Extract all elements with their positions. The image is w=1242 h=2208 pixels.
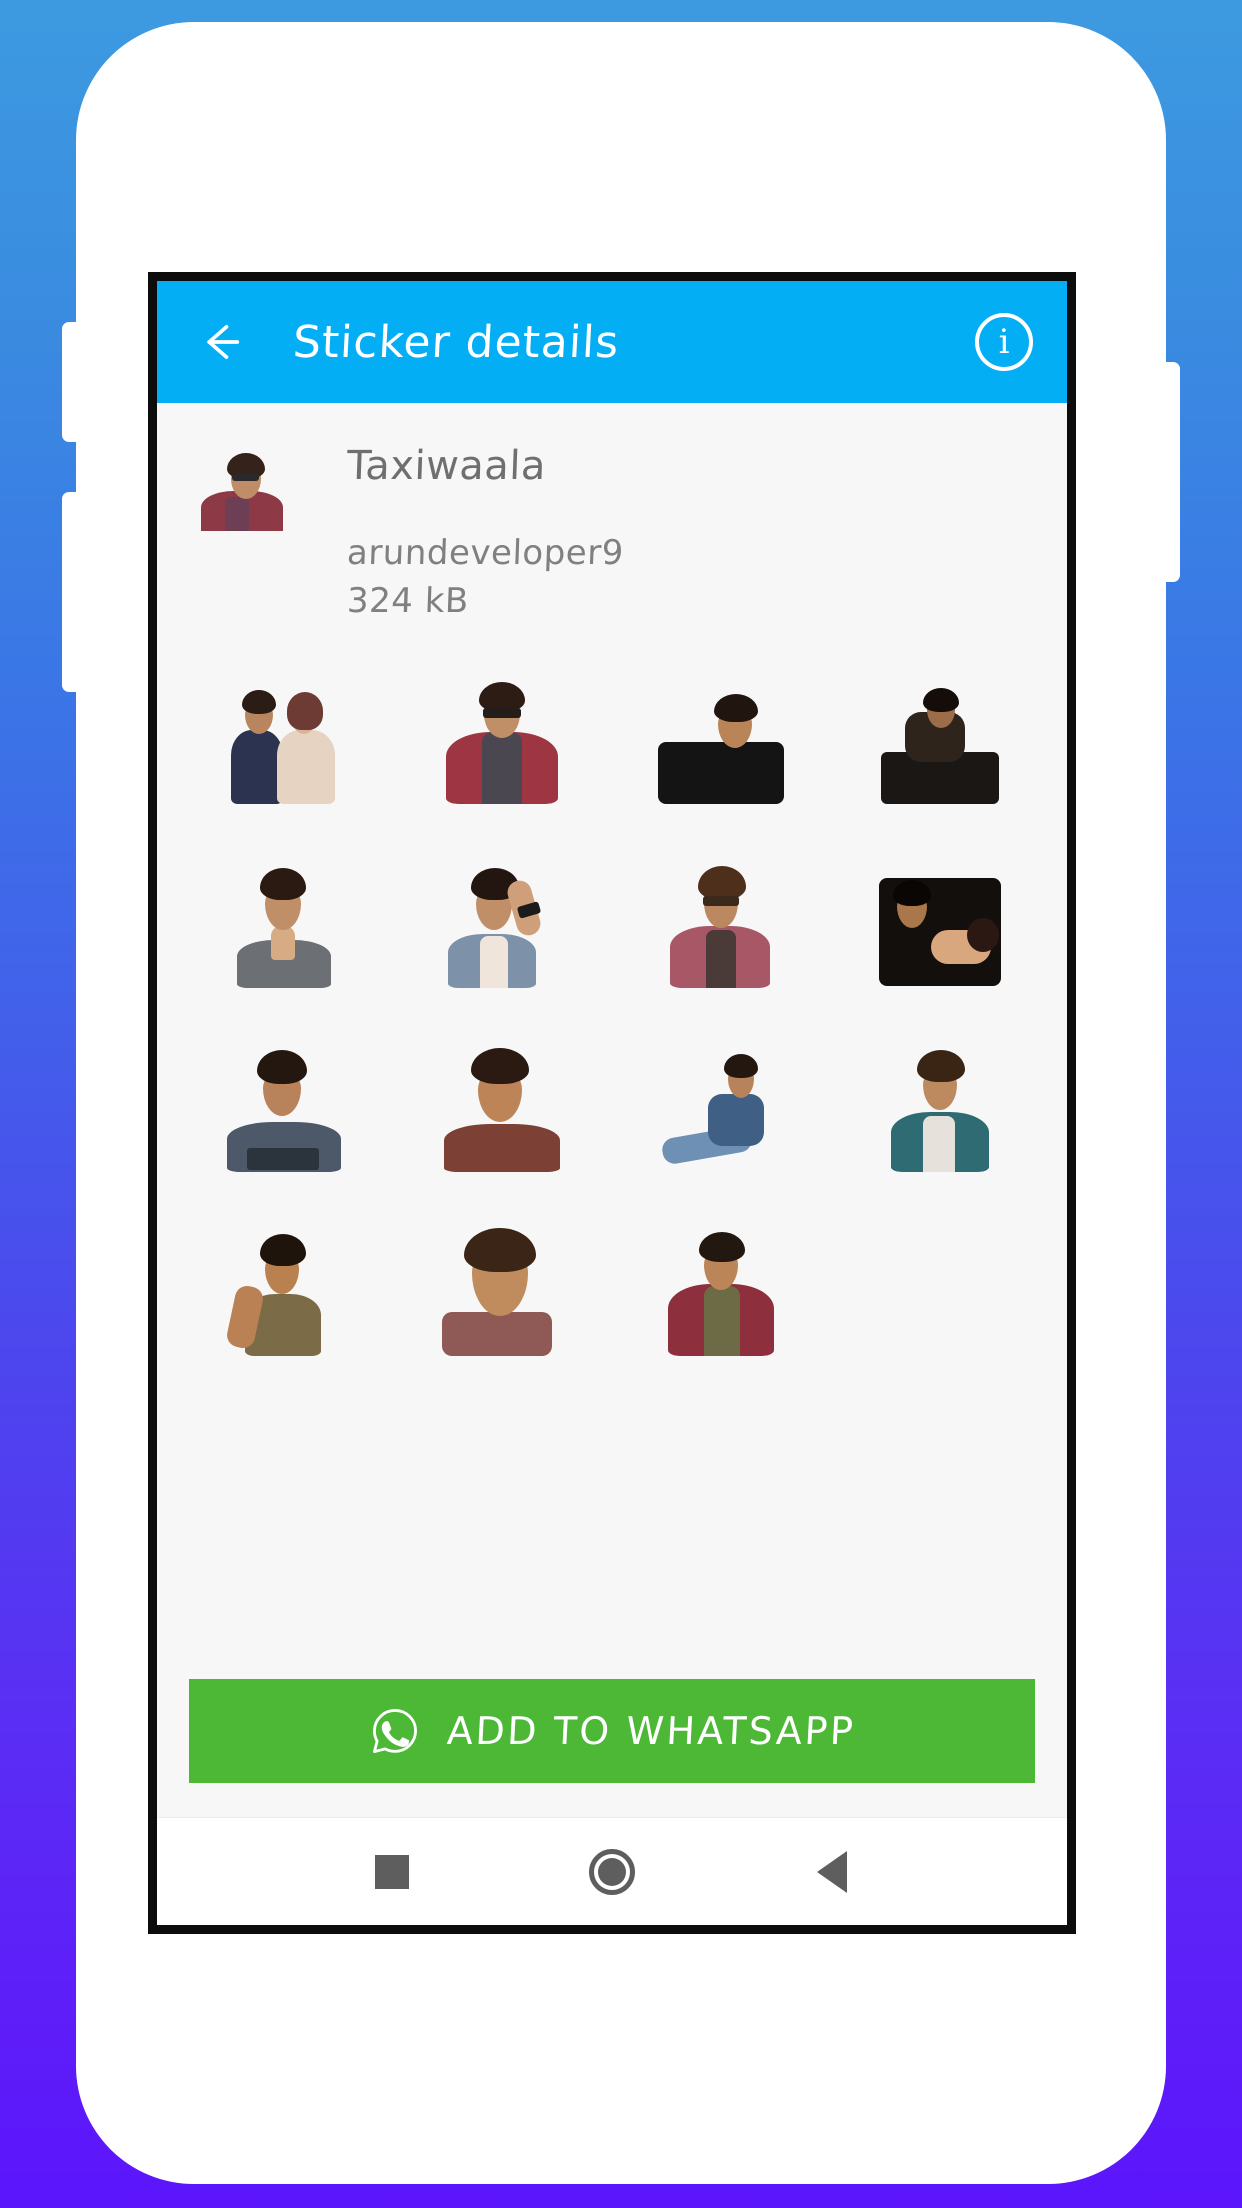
square-recents-icon[interactable] [360, 1840, 424, 1904]
phone-screen-bezel: Sticker details i Taxiwaala arundevelope… [148, 272, 1076, 1934]
sticker-item[interactable] [612, 835, 831, 1005]
pack-author: arundeveloper9 [346, 533, 625, 573]
sticker-image-5 [219, 852, 349, 988]
triangle-back-glyph [817, 1850, 847, 1893]
pack-meta: Taxiwaala arundeveloper9 324 kB [346, 437, 625, 621]
circle-home-icon[interactable] [580, 1840, 644, 1904]
sticker-item[interactable] [831, 835, 1050, 1005]
sticker-item[interactable] [175, 651, 394, 821]
sticker-item[interactable] [831, 651, 1050, 821]
sticker-grid [157, 651, 1067, 1373]
whatsapp-icon [369, 1705, 421, 1757]
sticker-image-2 [438, 668, 568, 804]
add-to-whatsapp-label: ADD TO WHATSAPP [445, 1709, 857, 1753]
sticker-image-6 [438, 852, 568, 988]
triangle-back-icon[interactable] [800, 1840, 864, 1904]
sticker-item[interactable] [175, 1019, 394, 1189]
circle-home-glyph [589, 1848, 635, 1895]
sticker-item[interactable] [175, 835, 394, 1005]
pack-size: 324 kB [346, 581, 470, 621]
phone-right-button-power [1164, 362, 1180, 582]
sticker-image-10 [438, 1036, 568, 1172]
sticker-item[interactable] [394, 1203, 613, 1373]
sticker-image-15 [656, 1220, 786, 1356]
sticker-image-7 [656, 852, 786, 988]
info-glyph: i [998, 322, 1010, 362]
phone-left-button-mute [62, 322, 78, 442]
sticker-item[interactable] [612, 1019, 831, 1189]
square-recents-glyph [375, 1854, 409, 1889]
sticker-image-13 [219, 1220, 349, 1356]
sticker-item[interactable] [612, 651, 831, 821]
sticker-item[interactable] [394, 835, 613, 1005]
back-arrow-icon[interactable] [191, 313, 249, 371]
sticker-image-8 [875, 852, 1005, 988]
sticker-item[interactable] [612, 1203, 831, 1373]
app-screen: Sticker details i Taxiwaala arundevelope… [157, 281, 1067, 1925]
sticker-image-1 [219, 668, 349, 804]
cta-container: ADD TO WHATSAPP [157, 1679, 1067, 1817]
pack-title: Taxiwaala [346, 443, 547, 489]
info-icon[interactable]: i [975, 313, 1033, 371]
pack-tray-thumbnail [195, 447, 291, 531]
app-bar: Sticker details i [157, 281, 1067, 403]
sticker-image-9 [219, 1036, 349, 1172]
page-title: Sticker details [291, 316, 621, 368]
sticker-item[interactable] [394, 651, 613, 821]
android-navigation-bar [157, 1817, 1067, 1925]
phone-left-button-volume [62, 492, 78, 692]
page-background: Sticker details i Taxiwaala arundevelope… [0, 0, 1242, 2208]
sticker-image-3 [656, 668, 786, 804]
sticker-image-4 [875, 668, 1005, 804]
sticker-item[interactable] [831, 1019, 1050, 1189]
add-to-whatsapp-button[interactable]: ADD TO WHATSAPP [189, 1679, 1035, 1783]
content-scroll-area[interactable]: Taxiwaala arundeveloper9 324 kB [157, 403, 1067, 1679]
sticker-image-11 [656, 1036, 786, 1172]
sticker-item[interactable] [175, 1203, 394, 1373]
sticker-item[interactable] [394, 1019, 613, 1189]
sticker-image-12 [875, 1036, 1005, 1172]
pack-header: Taxiwaala arundeveloper9 324 kB [157, 403, 1067, 621]
sticker-image-14 [438, 1220, 568, 1356]
